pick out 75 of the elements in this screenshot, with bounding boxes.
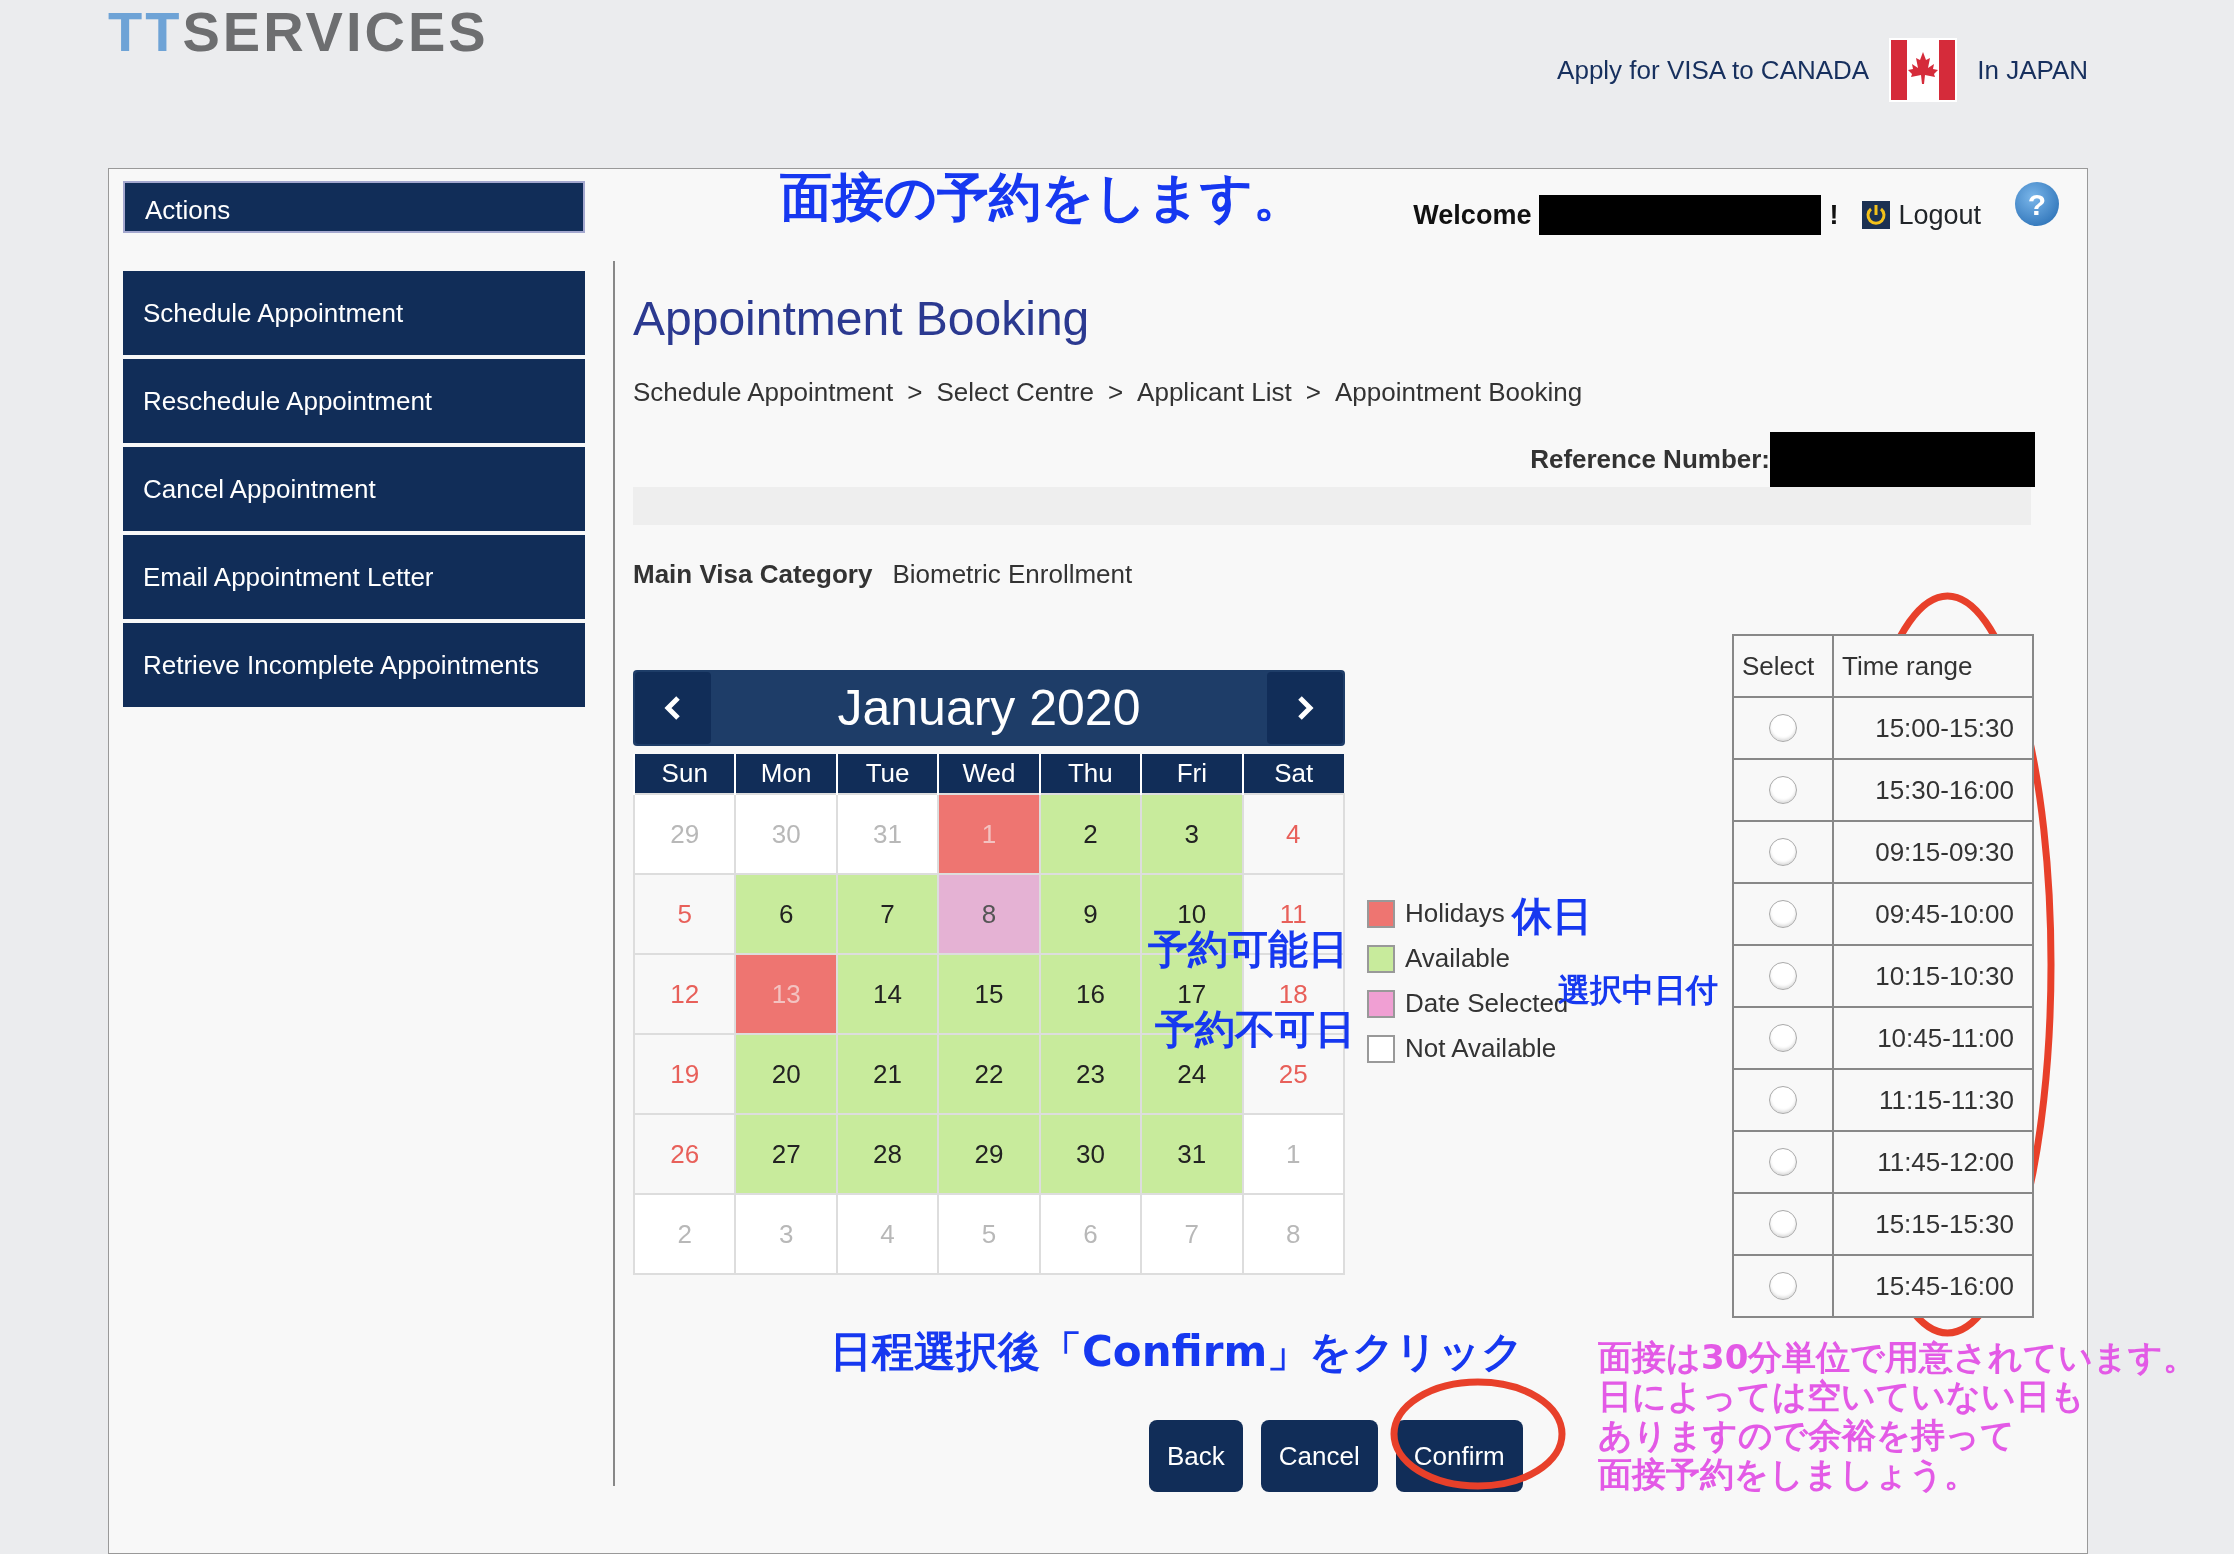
legend-label: Holidays xyxy=(1405,897,1505,930)
calendar-day[interactable]: 21 xyxy=(836,1034,939,1114)
power-icon[interactable] xyxy=(1862,201,1891,229)
calendar-day[interactable]: 15 xyxy=(938,954,1040,1034)
calendar-day[interactable]: 30 xyxy=(1039,1114,1142,1194)
radio-button[interactable] xyxy=(1769,714,1797,742)
breadcrumb-separator: > xyxy=(1107,376,1124,409)
page-title: Appointment Booking xyxy=(633,291,1091,347)
radio-button[interactable] xyxy=(1769,776,1797,804)
radio-button[interactable] xyxy=(1769,1272,1797,1300)
calendar-day[interactable]: 23 xyxy=(1039,1034,1142,1114)
weekday-header: Wed xyxy=(938,754,1040,794)
visa-category-value: Biometric Enrollment xyxy=(892,558,1133,591)
welcome-text: Welcome xyxy=(1413,198,1532,232)
breadcrumb-item: Appointment Booking xyxy=(1334,376,1583,409)
weekday-header: Sat xyxy=(1242,754,1344,794)
calendar-day[interactable]: 14 xyxy=(836,954,939,1034)
next-month-button[interactable] xyxy=(1267,672,1343,744)
sidebar-item[interactable]: Email Appointment Letter xyxy=(123,535,585,619)
breadcrumb-item: Select Centre xyxy=(936,376,1094,409)
breadcrumb-item: Schedule Appointment xyxy=(633,376,894,409)
actions-header: Actions xyxy=(123,181,585,233)
radio-button[interactable] xyxy=(1769,962,1797,990)
annotation-text: 日程選択後「Confirm」をクリック xyxy=(830,1328,1525,1377)
annotation-text: 面接予約をしましょう。 xyxy=(1598,1455,1979,1495)
sidebar-item[interactable]: Reschedule Appointment xyxy=(123,359,585,443)
calendar-day[interactable]: 3 xyxy=(1141,794,1243,874)
calendar-day[interactable]: 2 xyxy=(1039,794,1142,874)
sidebar-item[interactable]: Cancel Appointment xyxy=(123,447,585,531)
weekday-header: Mon xyxy=(735,754,837,794)
flag-icon xyxy=(1889,38,1958,102)
column-header: Select xyxy=(1733,635,1833,697)
radio-button[interactable] xyxy=(1769,1148,1797,1176)
legend-label: Not Available xyxy=(1405,1032,1557,1065)
exclamation-text: ! xyxy=(1829,198,1839,232)
radio-button[interactable] xyxy=(1769,1024,1797,1052)
calendar-day[interactable]: 9 xyxy=(1039,874,1142,954)
calendar-day[interactable]: 27 xyxy=(735,1114,837,1194)
apply-text: Apply for VISA to CANADA xyxy=(1557,53,1870,87)
logout-link[interactable]: Logout xyxy=(1898,194,1981,236)
prev-month-button[interactable] xyxy=(635,672,711,744)
calendar-day[interactable]: 6 xyxy=(735,874,837,954)
calendar-day[interactable]: 8 xyxy=(938,874,1040,954)
action-button[interactable]: Cancel xyxy=(1260,1420,1378,1492)
month-title: January 2020 xyxy=(837,678,1141,738)
radio-button[interactable] xyxy=(1769,838,1797,866)
legend-label: Available xyxy=(1405,942,1511,975)
breadcrumb-item: Applicant List xyxy=(1137,376,1292,409)
breadcrumb-separator: > xyxy=(907,376,923,409)
visa-category-label: Main Visa Category xyxy=(633,558,873,591)
annotation-text: 面接の予約をします。 xyxy=(780,168,1305,228)
calendar-day[interactable]: 22 xyxy=(938,1034,1040,1114)
calendar-day[interactable]: 29 xyxy=(938,1114,1040,1194)
annotation-text: 日によっては空いていない日も xyxy=(1598,1377,2086,1417)
action-button[interactable]: Back xyxy=(1149,1420,1243,1492)
calendar-day[interactable]: 7 xyxy=(836,874,939,954)
logo: TTSERVICES xyxy=(108,4,489,60)
weekday-header: Tue xyxy=(836,754,939,794)
annotation-text: 休日 xyxy=(1512,893,1592,939)
calendar-day[interactable]: 20 xyxy=(735,1034,837,1114)
reference-label: Reference Number: xyxy=(1530,443,1770,476)
weekday-header: Sun xyxy=(634,754,736,794)
radio-button[interactable] xyxy=(1769,1210,1797,1238)
weekday-header: Thu xyxy=(1039,754,1142,794)
calendar-day[interactable]: 28 xyxy=(836,1114,939,1194)
country-text: In JAPAN xyxy=(1977,53,2088,87)
weekday-header: Fri xyxy=(1141,754,1243,794)
sidebar-item[interactable]: Schedule Appointment xyxy=(123,271,585,355)
radio-button[interactable] xyxy=(1769,900,1797,928)
calendar-day[interactable]: 31 xyxy=(1141,1114,1243,1194)
breadcrumb-separator: > xyxy=(1305,376,1321,409)
radio-button[interactable] xyxy=(1769,1086,1797,1114)
annotation-text: ありますので余裕を持って xyxy=(1598,1416,2016,1456)
calendar-day[interactable]: 16 xyxy=(1039,954,1142,1034)
sidebar-item[interactable]: Retrieve Incomplete Appointments xyxy=(123,623,585,707)
